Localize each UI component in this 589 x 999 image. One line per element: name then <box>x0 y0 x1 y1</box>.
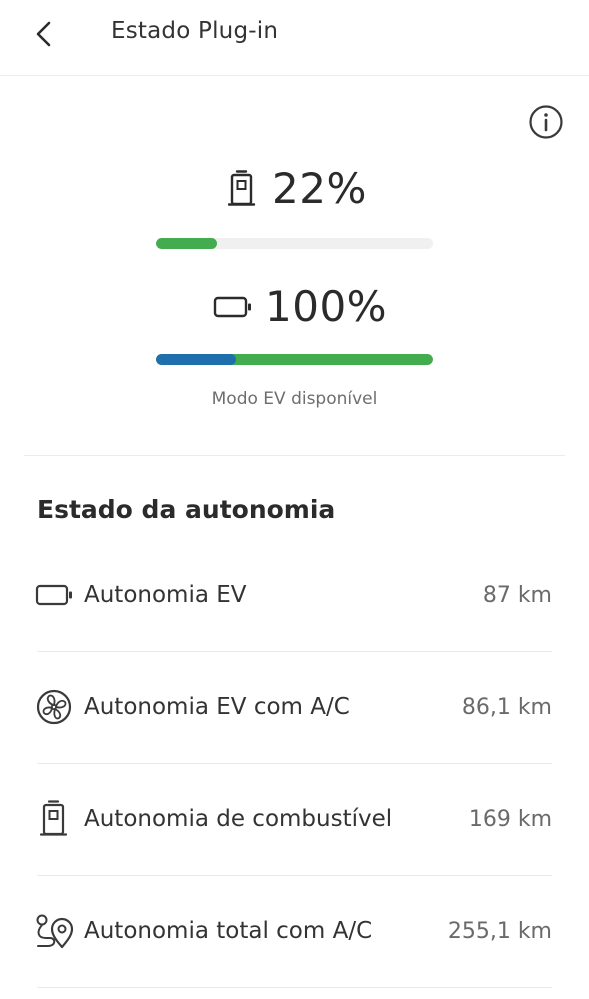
range-item-value: 169 km <box>468 806 552 832</box>
fuel-percentage: 22% <box>272 164 367 213</box>
range-item-label: Autonomia EV <box>84 582 247 608</box>
fuel-level-readout: 22% <box>228 164 367 213</box>
fuel-pump-icon <box>34 799 74 839</box>
fuel-pump-icon <box>228 169 256 206</box>
back-button[interactable] <box>26 14 62 54</box>
battery-level-bar <box>156 354 433 365</box>
page-title: Estado Plug-in <box>111 18 279 44</box>
battery-level-readout: 100% <box>213 282 387 331</box>
range-item-value: 87 km <box>482 582 552 608</box>
range-item-ev: Autonomia EV 87 km <box>34 539 552 651</box>
chevron-left-icon <box>36 21 51 47</box>
range-item-value: 86,1 km <box>461 694 552 720</box>
fuel-level-fill <box>156 238 217 249</box>
section-divider <box>24 455 565 456</box>
battery-icon <box>213 296 251 317</box>
range-item-ev-ac: Autonomia EV com A/C 86,1 km <box>34 651 552 763</box>
range-item-label: Autonomia de combustível <box>84 806 393 832</box>
info-button[interactable] <box>528 104 564 140</box>
route-pin-icon <box>34 911 74 951</box>
info-icon <box>529 105 563 139</box>
row-divider <box>37 987 552 988</box>
range-item-value: 255,1 km <box>447 918 552 944</box>
fan-icon <box>34 687 74 727</box>
range-item-label: Autonomia EV com A/C <box>84 694 350 720</box>
fuel-level-bar <box>156 238 433 249</box>
range-section-title: Estado da autonomia <box>37 495 336 524</box>
range-item-total-ac: Autonomia total com A/C 255,1 km <box>34 875 552 987</box>
top-bar: Estado Plug-in <box>0 0 589 76</box>
battery-percentage: 100% <box>265 282 388 331</box>
range-item-label: Autonomia total com A/C <box>84 918 373 944</box>
range-item-fuel: Autonomia de combustível 169 km <box>37 763 552 875</box>
ev-mode-status: Modo EV disponível <box>211 389 378 409</box>
battery-ev-portion-fill <box>156 354 237 365</box>
battery-icon <box>34 575 74 615</box>
